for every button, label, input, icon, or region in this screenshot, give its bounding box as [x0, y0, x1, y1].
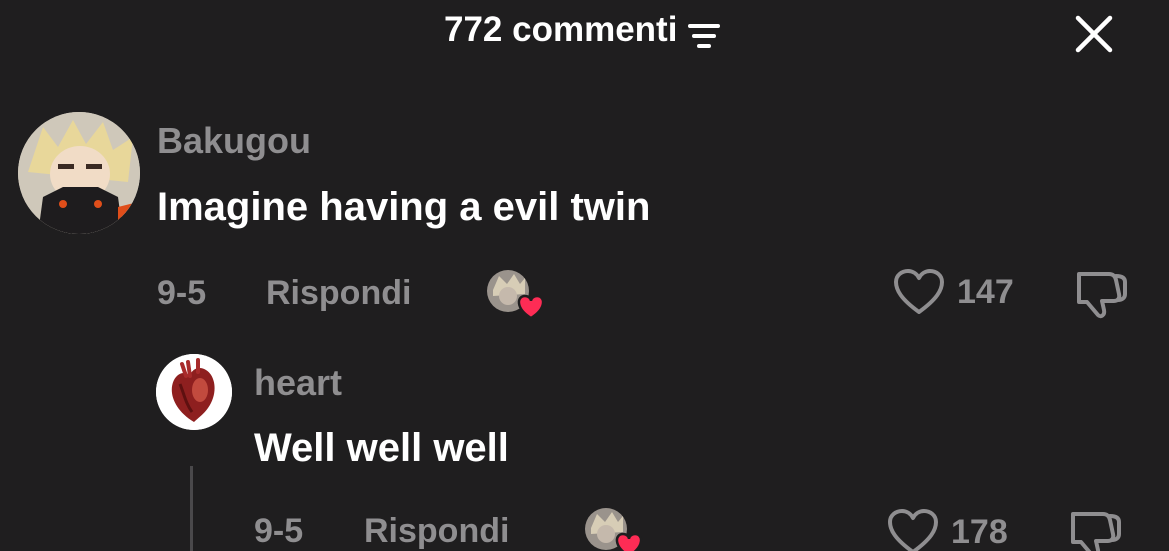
comment-text: Imagine having a evil twin — [157, 185, 651, 229]
creator-liked-badge — [585, 508, 643, 551]
like-button[interactable]: 147 — [893, 268, 1014, 316]
reply-username[interactable]: heart — [254, 362, 342, 404]
heart-outline-icon — [894, 269, 944, 314]
comment-item: Bakugou Imagine having a evil twin 9-5 R… — [0, 0, 1169, 330]
reply-text: Well well well — [254, 426, 509, 470]
comment-username[interactable]: Bakugou — [157, 120, 311, 162]
heart-outline-icon — [888, 509, 938, 551]
reply-button[interactable]: Rispondi — [364, 512, 509, 551]
reply-date: 9-5 — [254, 512, 304, 550]
comments-panel: 772 commenti Bakugou Imagine having a ev… — [0, 0, 1169, 551]
like-button[interactable]: 178 — [887, 508, 1008, 551]
like-count: 178 — [951, 512, 1008, 551]
avatar[interactable] — [18, 112, 140, 234]
reply-item: heart Well well well 9-5 Rispondi 178 — [0, 330, 1169, 551]
reply-button[interactable]: Rispondi — [266, 274, 411, 313]
comment-date: 9-5 — [157, 274, 207, 312]
avatar[interactable] — [156, 354, 232, 430]
like-count: 147 — [957, 272, 1014, 311]
dislike-icon[interactable] — [1067, 508, 1123, 551]
dislike-icon[interactable] — [1073, 268, 1129, 325]
creator-liked-badge — [487, 270, 545, 320]
